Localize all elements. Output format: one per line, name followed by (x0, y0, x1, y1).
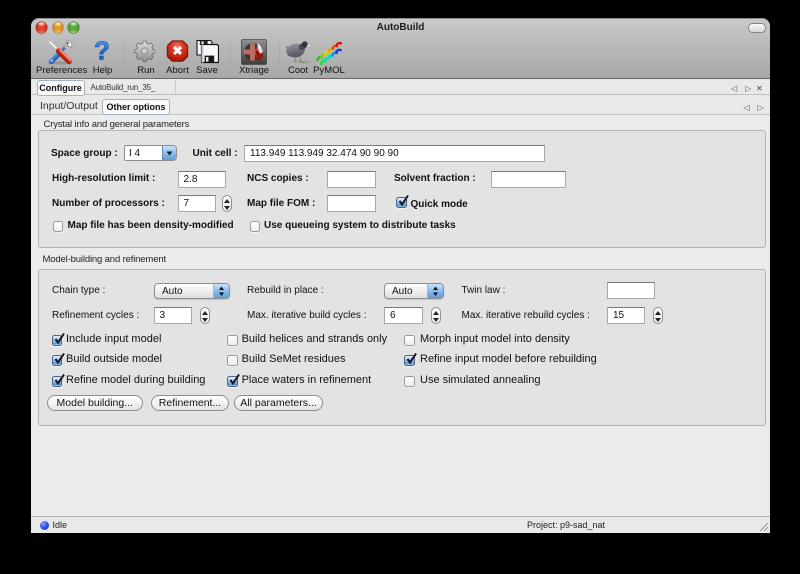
svg-text:?: ? (94, 38, 110, 65)
